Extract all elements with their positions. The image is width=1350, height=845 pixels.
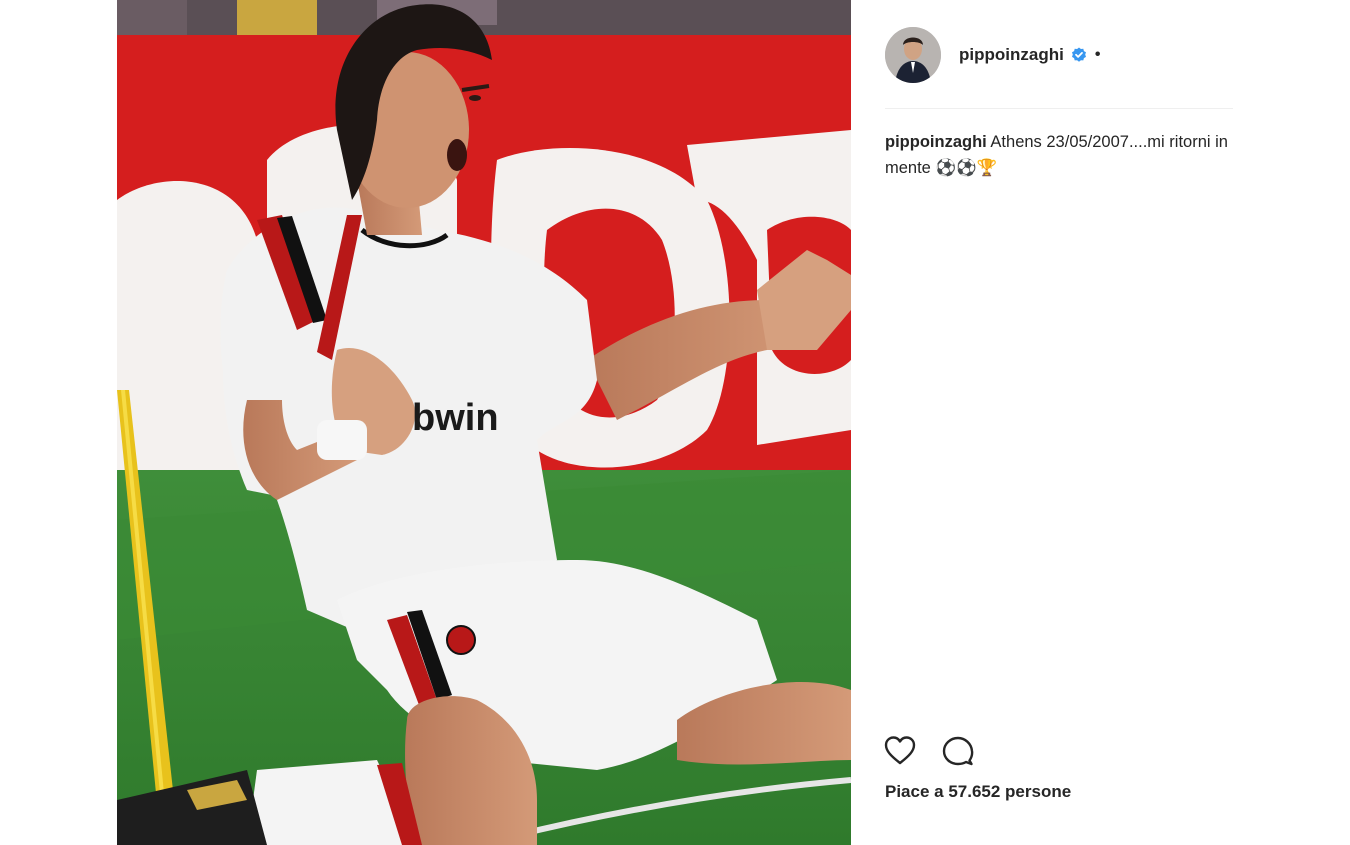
heart-icon[interactable]	[883, 734, 917, 768]
post-header: pippoinzaghi •	[885, 26, 1100, 84]
comment-icon[interactable]	[941, 734, 975, 768]
post-photo[interactable]: bwin	[117, 0, 851, 845]
caption-username[interactable]: pippoinzaghi	[885, 133, 987, 151]
header-separator: •	[1094, 46, 1101, 63]
post-photo-image: bwin	[117, 0, 851, 845]
header-divider	[885, 108, 1233, 109]
jersey-sponsor-text: bwin	[412, 397, 499, 439]
post-side-panel: pippoinzaghi • pippoinzaghi Athens 23/05…	[851, 0, 1350, 845]
post-username[interactable]: pippoinzaghi	[959, 45, 1064, 65]
post-caption: pippoinzaghi Athens 23/05/2007....mi rit…	[885, 129, 1233, 181]
likes-count[interactable]: Piace a 57.652 persone	[885, 782, 1071, 802]
verified-badge-icon	[1071, 47, 1087, 63]
post-actions	[883, 734, 975, 768]
avatar[interactable]	[885, 27, 941, 83]
